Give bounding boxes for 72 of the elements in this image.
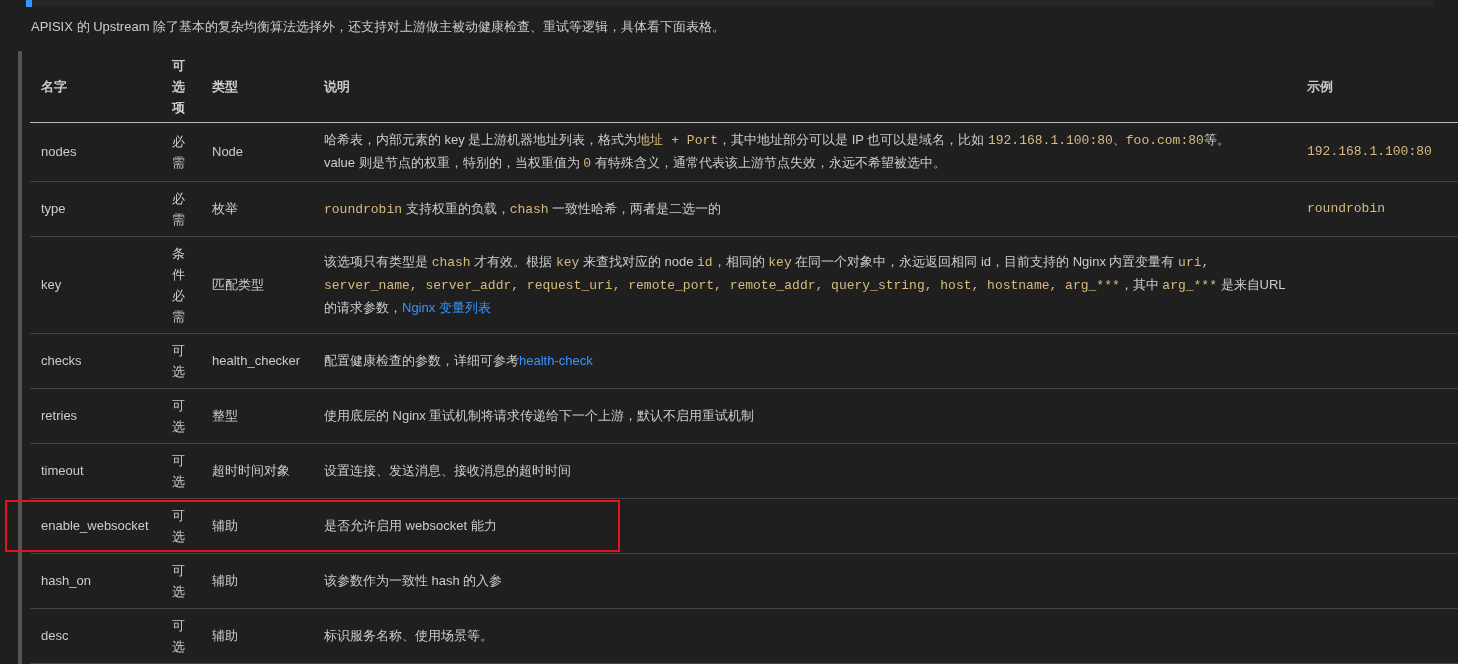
description-text: 、 [1112,132,1126,147]
column-header: 可选项 [172,57,185,117]
description-text: 设置连接、发送消息、接收消息的超时时间 [324,463,571,478]
doc-link[interactable]: health-check [519,353,593,368]
description-text: 在同一个对象中，永远返回相同 id，目前支持的 Nginx 内置变量有 [794,254,1176,269]
inline-code: 192.168.1.100:80 [987,133,1113,148]
description-text: 使用底层的 Nginx 重试机制将请求传递给下一个上游，默认不启用重试机制 [324,408,755,423]
column-header: 名字 [41,77,67,96]
inline-code: chash [431,255,471,270]
name-cell-text: type [41,200,66,219]
inline-code: arg_*** [1162,278,1217,293]
description-text: 才有效。根据 [473,254,554,269]
option-cell-text: 必需 [172,133,185,172]
type-cell-text: 枚举 [212,200,238,219]
description-text: ，其中地址部分可以是 IP 也可以是域名，比如 [718,132,986,147]
name-cell-text: checks [41,352,82,371]
description-text: 该选项只有类型是 [324,254,429,269]
option-cell-text: 可选 [172,397,185,436]
type-cell-text: 超时时间对象 [212,462,290,481]
name-cell-text: timeout [41,462,84,481]
inline-code: 地址 + Port [637,133,719,148]
option-cell-text: 条件必需 [172,245,185,326]
description-text: 标识服务名称、使用场景等。 [324,628,493,643]
type-cell-text: 辅助 [212,517,238,536]
inline-code: roundrobin [324,201,402,217]
option-cell-text: 可选 [172,452,185,491]
column-header: 说明 [324,77,350,96]
intro-paragraph: APISIX 的 Upstream 除了基本的复杂均衡算法选择外，还支持对上游做主被动健康检查、重试等逻辑，具体看下面表格。 [30,18,727,36]
description-text: ，其中 [1119,277,1160,292]
type-cell-text: Node [212,143,244,162]
description-text: 一致性哈希，两者是二选一的 [551,200,722,216]
example-cell-text: roundrobin [1307,200,1385,219]
description-text: 有特殊含义，通常代表该上游节点失效，永远不希望被选中。 [593,155,946,170]
description-text: 配置健康检查的参数，详细可参考 [324,353,519,368]
option-cell-text: 必需 [172,190,185,229]
description-text: 该参数作为一致性 hash 的入参 [324,573,503,588]
description-text: 是来自URL [1219,277,1286,292]
description-text: 哈希表，内部元素的 key 是上游机器地址列表，格式为 [324,132,638,147]
inline-code: foo.com:80 [1125,133,1204,148]
column-header: 类型 [212,77,238,96]
type-cell-text: 整型 [212,407,238,426]
description-text: 是否允许启用 websocket 能力 [324,518,497,533]
option-cell-text: 可选 [172,617,185,656]
inline-code: uri, [1178,255,1210,270]
name-cell-text: hash_on [41,572,91,591]
type-cell-text: health_checker [212,352,301,371]
inline-code: key [555,255,580,270]
option-cell-text: 可选 [172,342,185,381]
inline-code: chash [509,201,549,217]
name-cell-text: key [41,276,62,295]
description-text: ，相同的 [712,254,766,269]
description-text: 的请求参数， [324,300,402,315]
column-header: 示例 [1307,77,1333,96]
name-cell-text: retries [41,407,78,426]
description-text: 等。 [1203,132,1230,147]
option-cell-text: 可选 [172,562,185,601]
type-cell-text: 匹配类型 [212,276,264,295]
name-cell-text: desc [41,627,69,646]
inline-code: server_name, server_addr, request_uri, remote_port, remote_addr, query_string, host, hostname, arg_*** [324,278,1120,293]
name-cell-text: nodes [41,143,77,162]
inline-code: 0 [583,156,592,171]
doc-link[interactable]: Nginx 变量列表 [402,300,491,315]
description-text: 来查找对应的 node [581,254,695,269]
type-cell-text: 辅助 [212,572,238,591]
type-cell-text: 辅助 [212,627,238,646]
name-cell-text: enable_websocket [41,517,149,536]
description-text: value 则是节点的权重，特别的，当权重值为 [324,155,581,170]
example-cell-text: 192.168.1.100:80 [1307,143,1432,162]
description-text: 支持权重的负载， [404,200,510,216]
option-cell-text: 可选 [172,507,185,546]
inline-code: key [768,255,792,270]
inline-code: id [697,255,713,270]
